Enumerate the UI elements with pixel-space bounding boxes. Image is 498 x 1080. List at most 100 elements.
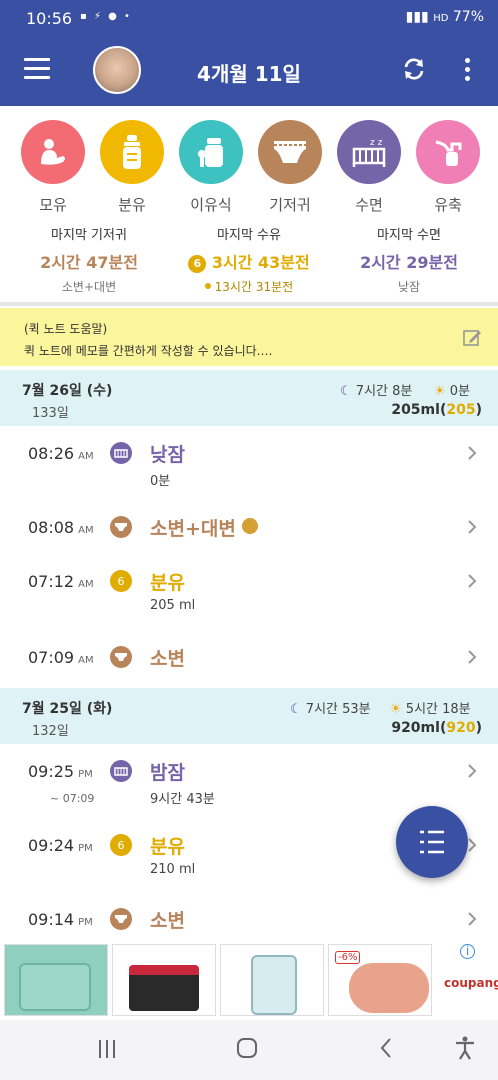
ml-total-value: 920ml bbox=[391, 720, 440, 736]
category-breastfeed-button[interactable]: 모유 bbox=[20, 120, 86, 215]
night-sleep-value: 7시간 8분 bbox=[355, 384, 413, 399]
entry-time: 09:25 PM bbox=[28, 762, 93, 781]
chevron-right-icon bbox=[468, 650, 477, 664]
category-label: 유축 bbox=[434, 196, 462, 214]
diaper-icon bbox=[110, 646, 132, 668]
status-time: 10:56 bbox=[26, 9, 73, 28]
sun-icon: ☀ bbox=[390, 702, 402, 717]
last-feed-summary[interactable]: 마지막 수유 6 3시간 43분전 13시간 31분전 bbox=[166, 224, 332, 295]
entry-name: 소변+대변 bbox=[150, 514, 259, 541]
entry-detail: 0분 bbox=[150, 474, 171, 489]
category-label: 분유 bbox=[118, 196, 146, 214]
chevron-right-icon bbox=[468, 912, 477, 926]
summary-sub: 낮잠 bbox=[397, 280, 421, 294]
crib-icon: z z bbox=[337, 120, 401, 184]
entry-name: 밤잠 bbox=[150, 762, 185, 784]
ad-info-icon[interactable]: i bbox=[460, 944, 475, 959]
day-sleep-total: ☀ 5시간 18분 bbox=[390, 698, 471, 717]
more-options-icon[interactable] bbox=[465, 58, 471, 82]
day-date: 7월 26일 (수) bbox=[22, 383, 113, 399]
chevron-right-icon bbox=[468, 520, 477, 534]
chevron-right-icon bbox=[468, 446, 477, 460]
moon-icon: ☾ bbox=[340, 384, 352, 399]
category-pump-button[interactable]: 유축 bbox=[415, 120, 481, 215]
entry-ampm: AM bbox=[78, 451, 94, 462]
summary-sub: 소변+대변 bbox=[61, 280, 117, 294]
timeline-entry[interactable]: 09:14 PM 소변 bbox=[0, 896, 498, 940]
timeline-entry[interactable]: 07:12 AM 6 분유 205 ml bbox=[0, 558, 498, 618]
ad-banner[interactable]: -6% i coupang bbox=[0, 940, 498, 1020]
home-icon[interactable] bbox=[236, 1037, 258, 1059]
timeline-entry[interactable]: 09:25 PM ~ 07:09 밤잠 9시간 43분 bbox=[0, 748, 498, 814]
sync-icon[interactable] bbox=[401, 56, 427, 82]
ml-total: 205ml(205) bbox=[391, 402, 482, 418]
discount-badge: -6% bbox=[335, 951, 361, 964]
entry-name: 낮잠 bbox=[150, 444, 185, 466]
summary-sub: 13시간 31분전 bbox=[214, 280, 294, 294]
last-sleep-summary[interactable]: 마지막 수면 2시간 29분전 낮잠 bbox=[326, 224, 492, 295]
formula-icon: 6 bbox=[110, 570, 132, 592]
category-formula-button[interactable]: 분유 bbox=[99, 120, 165, 215]
summary-title: 마지막 수면 bbox=[377, 228, 441, 243]
summary-value-wrap: 6 3시간 43분전 bbox=[166, 249, 332, 273]
last-diaper-summary[interactable]: 마지막 기저귀 2시간 47분전 소변+대변 bbox=[6, 224, 172, 295]
category-diaper-button[interactable]: 기저귀 bbox=[257, 120, 323, 215]
timeline-entry[interactable]: 08:26 AM 낮잠 0분 bbox=[0, 430, 498, 490]
entry-time-range: ~ 07:09 bbox=[50, 792, 95, 805]
entry-time-value: 09:25 bbox=[28, 762, 75, 781]
chevron-right-icon bbox=[468, 574, 477, 588]
edit-note-icon[interactable] bbox=[462, 328, 482, 348]
list-icon bbox=[420, 830, 444, 854]
entry-ampm: AM bbox=[78, 525, 94, 536]
babyfood-icon bbox=[179, 120, 243, 184]
entry-detail: 9시간 43분 bbox=[150, 792, 215, 807]
entry-name: 소변 bbox=[150, 910, 185, 932]
sun-icon: ☀ bbox=[434, 384, 446, 399]
entry-name: 소변 bbox=[150, 648, 185, 670]
entry-time: 09:24 PM bbox=[28, 836, 93, 855]
category-sleep-button[interactable]: z z 수면 bbox=[336, 120, 402, 215]
entry-ampm: PM bbox=[78, 843, 93, 854]
ad-product-pacifier[interactable]: -6% bbox=[328, 944, 432, 1016]
dot-icon bbox=[204, 283, 211, 289]
quick-note-title: (퀵 노트 도움말) bbox=[24, 322, 108, 336]
crib-icon bbox=[110, 760, 132, 782]
category-babyfood-button[interactable]: 이유식 bbox=[178, 120, 244, 215]
status-bar: 10:56 ▪ ⚡ ● • ▮▮▮ HD 77% bbox=[0, 0, 498, 36]
entry-time: 07:09 AM bbox=[28, 648, 94, 667]
entry-detail: 205 ml bbox=[150, 598, 196, 613]
back-icon[interactable] bbox=[378, 1037, 394, 1059]
ad-product-bag-mint[interactable] bbox=[4, 944, 108, 1016]
timeline-entry[interactable]: 08:08 AM 소변+대변 bbox=[0, 504, 498, 564]
ad-product-pouch[interactable] bbox=[220, 944, 324, 1016]
day-count: 132일 bbox=[32, 724, 69, 739]
poop-dot-icon bbox=[242, 518, 259, 534]
entry-time: 07:12 AM bbox=[28, 572, 94, 591]
accessibility-icon[interactable] bbox=[454, 1036, 476, 1060]
category-label: 모유 bbox=[39, 196, 67, 214]
timeline-menu-fab[interactable] bbox=[396, 806, 468, 878]
summary-value: 2시간 47분전 bbox=[40, 253, 138, 272]
crib-icon bbox=[110, 442, 132, 464]
entry-time-value: 07:12 bbox=[28, 572, 75, 591]
ml-formula-value: 205 bbox=[446, 402, 476, 418]
hd-label: HD bbox=[433, 13, 449, 24]
entry-time-value: 08:08 bbox=[28, 518, 75, 537]
entry-detail: 210 ml bbox=[150, 862, 196, 877]
recent-apps-icon[interactable] bbox=[96, 1038, 118, 1060]
entry-time: 08:26 AM bbox=[28, 444, 94, 463]
night-sleep-value: 7시간 53분 bbox=[305, 702, 371, 717]
pump-icon bbox=[416, 120, 480, 184]
ad-brand-logo: coupang bbox=[444, 976, 498, 990]
chevron-right-icon bbox=[468, 764, 477, 778]
quick-note-banner[interactable]: (퀵 노트 도움말) 퀵 노트에 메모를 간편하게 작성할 수 있습니다.… bbox=[0, 308, 498, 366]
battery-text: 77% bbox=[452, 9, 484, 25]
timeline-entry[interactable]: 07:09 AM 소변 bbox=[0, 634, 498, 694]
diaper-icon bbox=[258, 120, 322, 184]
system-nav-bar bbox=[0, 1020, 498, 1080]
summary-value: 2시간 29분전 bbox=[360, 253, 458, 272]
ad-product-bag-red[interactable] bbox=[112, 944, 216, 1016]
moon-icon: ☾ bbox=[290, 702, 302, 717]
entry-name: 분유 bbox=[150, 836, 185, 858]
category-bar: 모유 분유 이유식 기저귀 z z 수면 유축 bbox=[0, 106, 498, 222]
